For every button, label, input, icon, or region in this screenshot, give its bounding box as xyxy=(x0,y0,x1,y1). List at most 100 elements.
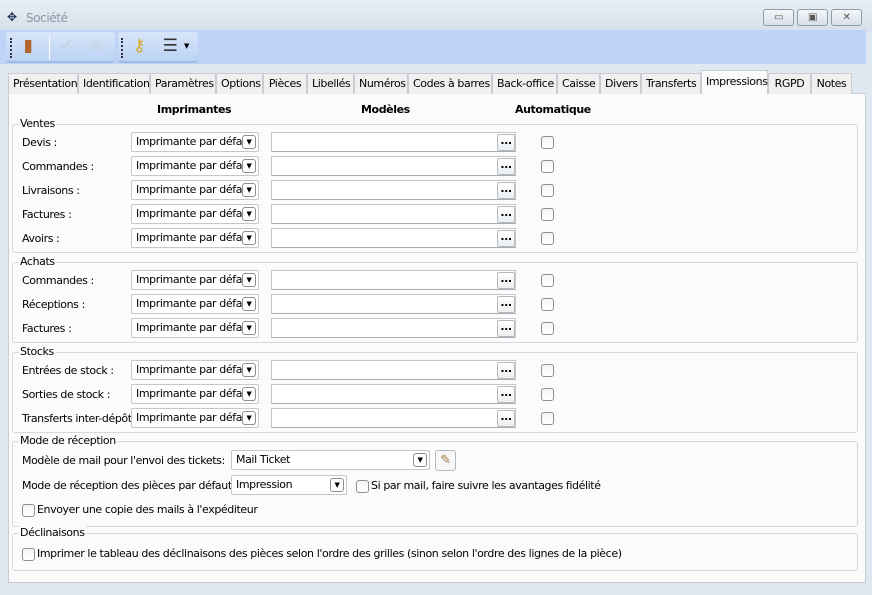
chevron-down-icon[interactable]: ▼ xyxy=(413,453,427,467)
printer-select[interactable]: Imprimante par défaut ▼ xyxy=(131,360,259,380)
tab-1[interactable]: Identification xyxy=(78,73,150,94)
model-input[interactable]: ... xyxy=(271,156,516,176)
row-label: Factures : xyxy=(22,208,72,221)
printer-select[interactable]: Imprimante par défaut ▼ xyxy=(131,132,259,152)
selected-value: Imprimante par défaut xyxy=(136,231,253,244)
tab-3[interactable]: Options xyxy=(216,73,263,94)
tab-14[interactable]: Notes xyxy=(811,73,852,94)
auto-checkbox[interactable] xyxy=(541,208,554,221)
auto-checkbox[interactable] xyxy=(541,160,554,173)
report-menu-icon[interactable]: ☰ xyxy=(159,35,181,57)
copy-sender-checkbox[interactable] xyxy=(22,504,35,517)
maximize-button[interactable]: ▣ xyxy=(797,9,828,26)
model-input[interactable]: ... xyxy=(271,270,516,290)
chevron-down-icon[interactable]: ▼ xyxy=(330,478,344,492)
minimize-button[interactable]: ▭ xyxy=(763,9,794,26)
printer-select[interactable]: Imprimante par défaut ▼ xyxy=(131,270,259,290)
key-icon[interactable]: ⚷ xyxy=(128,35,150,57)
browse-button[interactable]: ... xyxy=(497,272,515,289)
close-button[interactable]: ✕ xyxy=(831,9,862,26)
tab-9[interactable]: Caisse xyxy=(557,73,600,94)
group-title: Ventes xyxy=(19,117,56,130)
tab-7[interactable]: Codes à barres xyxy=(408,73,492,94)
browse-button[interactable]: ... xyxy=(497,182,515,199)
auto-checkbox[interactable] xyxy=(541,388,554,401)
tab-2[interactable]: Paramètres xyxy=(150,73,216,94)
header-models: Modèles xyxy=(361,103,410,116)
browse-button[interactable]: ... xyxy=(497,410,515,427)
chevron-down-icon[interactable]: ▼ xyxy=(242,159,256,173)
toolbar-grip[interactable] xyxy=(121,38,123,58)
loyalty-label: Si par mail, faire suivre les avantages … xyxy=(371,479,601,492)
selected-value: Imprimante par défaut xyxy=(136,207,253,220)
model-input[interactable]: ... xyxy=(271,180,516,200)
chevron-down-icon[interactable]: ▼ xyxy=(242,297,256,311)
auto-checkbox[interactable] xyxy=(541,136,554,149)
auto-checkbox[interactable] xyxy=(541,364,554,377)
tab-4[interactable]: Pièces xyxy=(263,73,307,94)
model-input[interactable]: ... xyxy=(271,228,516,248)
chevron-down-icon[interactable]: ▼ xyxy=(242,207,256,221)
chevron-down-icon[interactable]: ▼ xyxy=(184,42,189,50)
auto-checkbox[interactable] xyxy=(541,232,554,245)
chevron-down-icon[interactable]: ▼ xyxy=(242,411,256,425)
chevron-down-icon[interactable]: ▼ xyxy=(242,363,256,377)
printer-select[interactable]: Imprimante par défaut ▼ xyxy=(131,408,259,428)
auto-checkbox[interactable] xyxy=(541,412,554,425)
model-input[interactable]: ... xyxy=(271,132,516,152)
browse-button[interactable]: ... xyxy=(497,134,515,151)
model-input[interactable]: ... xyxy=(271,360,516,380)
edit-pencil-button[interactable]: ✎ xyxy=(435,450,456,471)
chevron-down-icon[interactable]: ▼ xyxy=(242,135,256,149)
browse-button[interactable]: ... xyxy=(497,230,515,247)
tab-8[interactable]: Back-office xyxy=(492,73,557,94)
tab-12[interactable]: Impressions xyxy=(701,70,768,94)
toolbar-grip[interactable] xyxy=(10,38,12,58)
mail-model-select[interactable]: Mail Ticket ▼ xyxy=(231,450,430,470)
chevron-down-icon[interactable]: ▼ xyxy=(242,231,256,245)
auto-checkbox[interactable] xyxy=(541,184,554,197)
tab-11[interactable]: Transferts xyxy=(641,73,701,94)
tab-5[interactable]: Libellés xyxy=(307,73,354,94)
chevron-down-icon[interactable]: ▼ xyxy=(242,183,256,197)
browse-button[interactable]: ... xyxy=(497,296,515,313)
browse-button[interactable]: ... xyxy=(497,362,515,379)
declinaisons-checkbox[interactable] xyxy=(22,548,35,561)
cancel-icon[interactable]: ⊗ xyxy=(85,35,107,57)
model-input[interactable]: ... xyxy=(271,294,516,314)
tab-10[interactable]: Divers xyxy=(600,73,641,94)
printer-select[interactable]: Imprimante par défaut ▼ xyxy=(131,384,259,404)
tab-6[interactable]: Numéros xyxy=(354,73,408,94)
loyalty-checkbox[interactable] xyxy=(356,480,369,493)
printer-select[interactable]: Imprimante par défaut ▼ xyxy=(131,204,259,224)
browse-button[interactable]: ... xyxy=(497,386,515,403)
default-mode-label: Mode de réception des pièces par défaut: xyxy=(22,479,236,492)
auto-checkbox[interactable] xyxy=(541,274,554,287)
printer-select[interactable]: Imprimante par défaut ▼ xyxy=(131,156,259,176)
model-input[interactable]: ... xyxy=(271,318,516,338)
model-input[interactable]: ... xyxy=(271,204,516,224)
auto-checkbox[interactable] xyxy=(541,298,554,311)
auto-checkbox[interactable] xyxy=(541,322,554,335)
model-input[interactable]: ... xyxy=(271,384,516,404)
printer-select[interactable]: Imprimante par défaut ▼ xyxy=(131,180,259,200)
browse-button[interactable]: ... xyxy=(497,320,515,337)
model-input[interactable]: ... xyxy=(271,408,516,428)
browse-button[interactable]: ... xyxy=(497,158,515,175)
default-mode-select[interactable]: Impression ▼ xyxy=(231,475,347,495)
chevron-down-icon[interactable]: ▼ xyxy=(242,321,256,335)
browse-button[interactable]: ... xyxy=(497,206,515,223)
tab-0[interactable]: Présentation xyxy=(8,73,78,94)
printer-select[interactable]: Imprimante par défaut ▼ xyxy=(131,228,259,248)
row-label: Commandes : xyxy=(22,160,94,173)
check-icon[interactable]: ✔ xyxy=(55,35,77,57)
tab-13[interactable]: RGPD xyxy=(768,73,811,94)
printer-select[interactable]: Imprimante par défaut ▼ xyxy=(131,318,259,338)
printer-select[interactable]: Imprimante par défaut ▼ xyxy=(131,294,259,314)
selected-value: Imprimante par défaut xyxy=(136,387,253,400)
chevron-down-icon[interactable]: ▼ xyxy=(242,273,256,287)
door-exit-icon[interactable]: ▮ xyxy=(17,35,39,57)
row-label: Sorties de stock : xyxy=(22,388,111,401)
chevron-down-icon[interactable]: ▼ xyxy=(242,387,256,401)
selected-value: Imprimante par défaut xyxy=(136,159,253,172)
